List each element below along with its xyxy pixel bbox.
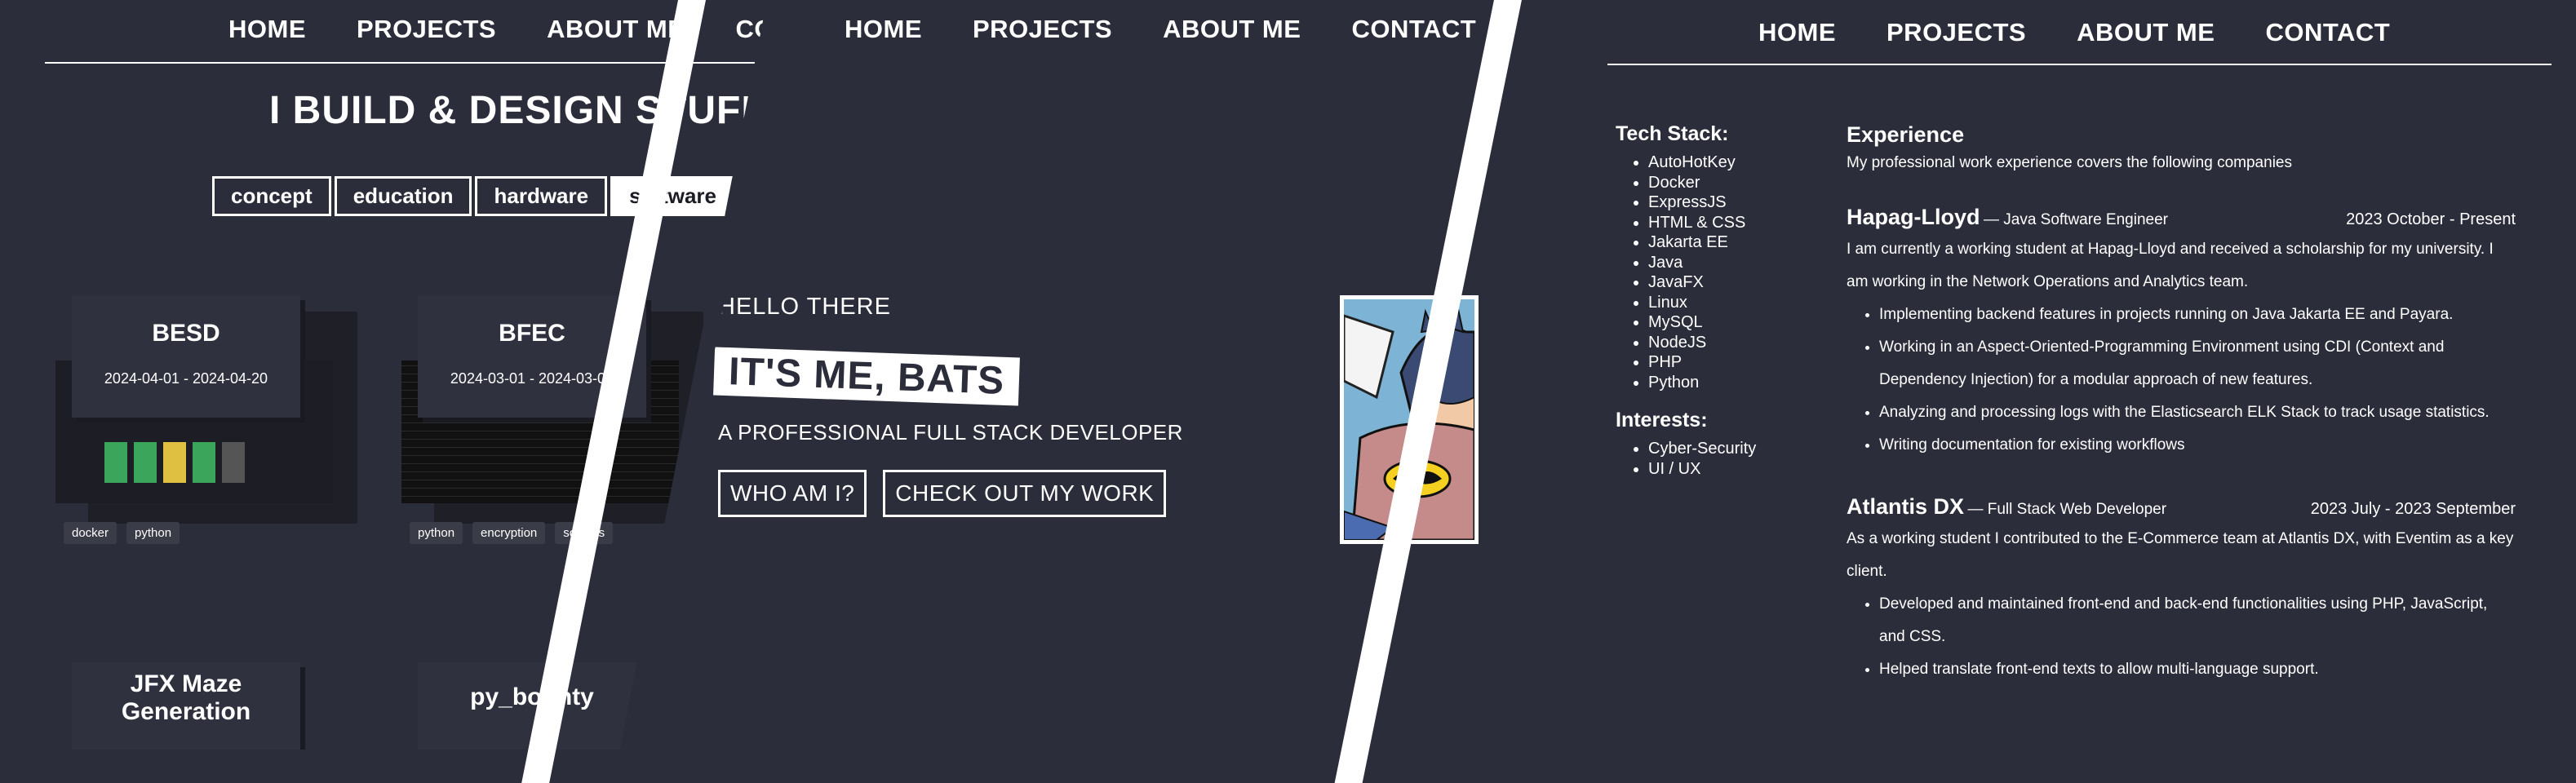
filter-education[interactable]: education (334, 176, 472, 216)
list-item: MySQL (1648, 312, 1756, 333)
nav-projects[interactable]: PROJECTS (973, 15, 1112, 44)
list-item: Developed and maintained front-end and b… (1879, 588, 2516, 653)
job-bullets: Developed and maintained front-end and b… (1847, 588, 2516, 686)
project-dates: 2024-04-01 - 2024-04-20 (104, 370, 268, 387)
nav-home[interactable]: HOME (1758, 18, 1836, 47)
company-name: Atlantis DX (1847, 494, 1965, 519)
list-item: Java (1648, 253, 1756, 273)
project-title: JFX Maze Generation (121, 670, 251, 725)
list-item: ExpressJS (1648, 192, 1756, 213)
nav-about[interactable]: ABOUT ME (2077, 18, 2215, 47)
list-item: Implementing backend features in project… (1879, 299, 2516, 331)
nav-contact[interactable]: CONTACT (2265, 18, 2390, 47)
interests-list: Cyber-Security UI / UX (1616, 439, 1756, 479)
filter-concept[interactable]: concept (212, 176, 331, 216)
main-nav: HOME PROJECTS ABOUT ME CONTACT (845, 15, 1476, 44)
tag[interactable]: python (126, 522, 180, 544)
job-entry: Atlantis DX — Full Stack Web Developer 2… (1847, 494, 2516, 686)
nav-home[interactable]: HOME (845, 15, 922, 44)
status-bars (104, 442, 245, 483)
list-item: HTML & CSS (1648, 213, 1756, 233)
experience-intro: My professional work experience covers t… (1847, 154, 2292, 171)
filter-software[interactable]: software (610, 176, 736, 216)
about-panel: HOME PROJECTS ABOUT ME CONTACT Tech Stac… (1469, 0, 2576, 750)
list-item: Writing documentation for existing workf… (1879, 429, 2516, 462)
main-nav: HOME PROJECTS ABOUT ME CONTACT (1758, 18, 2390, 47)
list-item: Linux (1648, 293, 1756, 313)
nav-contact[interactable]: CONTACT (1351, 15, 1476, 44)
job-description: I am currently a working student at Hapa… (1847, 241, 2494, 290)
nav-divider (1607, 64, 2552, 65)
tech-stack-list: AutoHotKey Docker ExpressJS HTML & CSS J… (1616, 153, 1756, 392)
filter-hardware[interactable]: hardware (475, 176, 608, 216)
project-title: py_bounty (470, 683, 594, 710)
list-item: Cyber-Security (1648, 439, 1756, 459)
hero-name-banner: IT'S ME, BATS (713, 347, 1021, 406)
tag[interactable]: docker (64, 522, 117, 544)
job-entry: Hapag-Lloyd — Java Software Engineer 202… (1847, 205, 2516, 462)
list-item: UI / UX (1648, 459, 1756, 480)
job-role: — Full Stack Web Developer (1967, 501, 2167, 518)
list-item: AutoHotKey (1648, 153, 1756, 173)
list-item: Working in an Aspect-Oriented-Programmin… (1879, 331, 2516, 396)
card-header: BESD 2024-04-01 - 2024-04-20 (72, 295, 300, 418)
nav-projects[interactable]: PROJECTS (1887, 18, 2026, 47)
who-am-i-button[interactable]: WHO AM I? (718, 470, 867, 517)
interests-heading: Interests: (1616, 409, 1708, 431)
company-name: Hapag-Lloyd (1847, 205, 1980, 229)
list-item: Analyzing and processing logs with the E… (1879, 396, 2516, 429)
hero-panel: HOME PROJECTS ABOUT ME CONTACT HELLO THE… (636, 0, 1591, 750)
job-dates: 2023 July - 2023 September (2310, 500, 2516, 518)
job-dates: 2023 October - Present (2346, 210, 2516, 228)
project-tags: docker python (64, 522, 180, 544)
list-item: PHP (1648, 352, 1756, 373)
experience-heading: Experience (1847, 122, 1965, 147)
card-header: JFX Maze Generation (72, 662, 300, 750)
nav-about[interactable]: ABOUT ME (1163, 15, 1301, 44)
tech-stack-heading: Tech Stack: (1616, 122, 1729, 145)
nav-home[interactable]: HOME (228, 15, 306, 44)
hero-greeting: HELLO THERE (718, 294, 891, 320)
list-item: Docker (1648, 173, 1756, 193)
page-title: I BUILD & DESIGN STUFF (269, 89, 766, 132)
hero-actions: WHO AM I? CHECK OUT MY WORK (718, 470, 1167, 517)
skills-sidebar: Tech Stack: AutoHotKey Docker ExpressJS … (1616, 122, 1756, 495)
list-item: Jakarta EE (1648, 232, 1756, 253)
hero-subtitle: A PROFESSIONAL FULL STACK DEVELOPER (718, 420, 1183, 445)
experience-section: Experience My professional work experien… (1847, 122, 2516, 686)
job-description: As a working student I contributed to th… (1847, 530, 2514, 580)
tag[interactable]: encryption (472, 522, 546, 544)
check-out-work-button[interactable]: CHECK OUT MY WORK (883, 470, 1167, 517)
project-title: BESD (152, 320, 220, 347)
nav-divider (45, 62, 763, 64)
nav-about[interactable]: ABOUT ME (547, 15, 685, 44)
tag[interactable]: python (410, 522, 463, 544)
list-item: JavaFX (1648, 272, 1756, 293)
job-role: — Java Software Engineer (1983, 211, 2168, 228)
nav-projects[interactable]: PROJECTS (357, 15, 496, 44)
list-item: Helped translate front-end texts to allo… (1879, 653, 2516, 686)
list-item: Python (1648, 373, 1756, 393)
list-item: NodeJS (1648, 333, 1756, 353)
job-bullets: Implementing backend features in project… (1847, 299, 2516, 462)
